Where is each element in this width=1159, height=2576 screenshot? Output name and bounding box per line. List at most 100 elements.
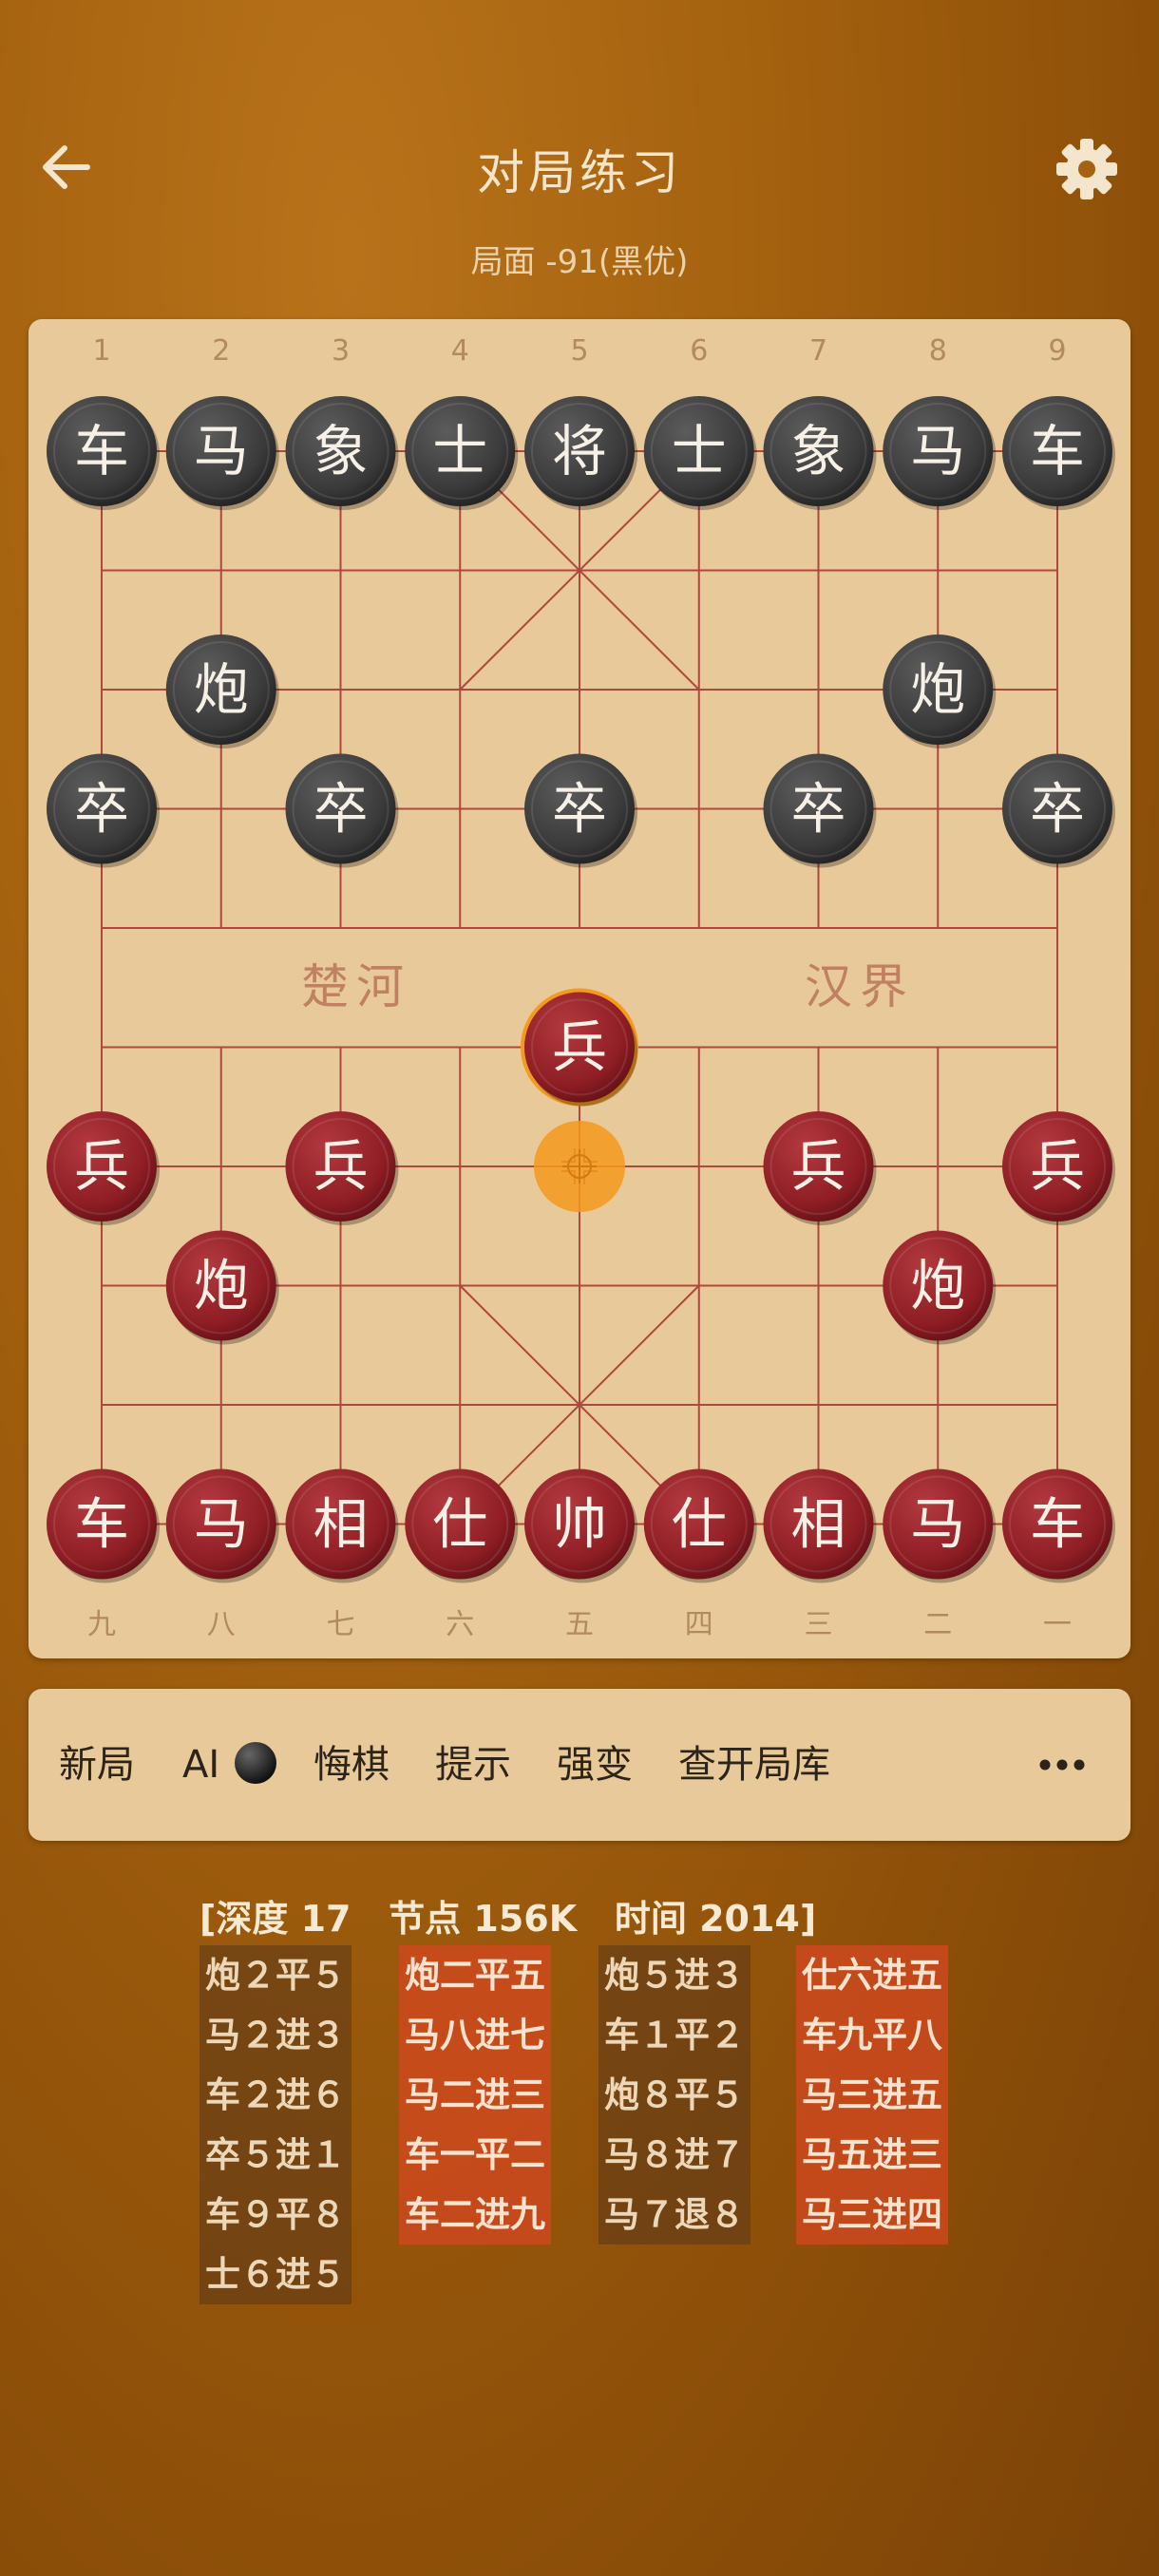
black-chariot-piece[interactable]: 车 bbox=[1002, 396, 1115, 510]
pv-move: 马２进３ bbox=[200, 2005, 352, 2065]
red-elephant-piece[interactable]: 相 bbox=[763, 1468, 877, 1583]
piece-label: 兵 bbox=[1030, 1134, 1085, 1199]
black-chariot-piece[interactable]: 车 bbox=[47, 396, 160, 510]
black-soldier-piece[interactable]: 卒 bbox=[763, 753, 877, 868]
pv-move: 马三进五 bbox=[796, 2065, 948, 2125]
black-elephant-piece[interactable]: 象 bbox=[285, 396, 399, 510]
pv-move: 炮２平５ bbox=[200, 1945, 352, 2005]
piece-label: 兵 bbox=[552, 1015, 607, 1080]
file-label-bottom: 九 bbox=[87, 1608, 116, 1641]
piece-label: 相 bbox=[790, 1492, 846, 1557]
opening-book-button[interactable]: 查开局库 bbox=[678, 1736, 830, 1793]
red-horse-piece[interactable]: 马 bbox=[883, 1468, 997, 1583]
file-label-bottom: 八 bbox=[207, 1608, 236, 1641]
piece-label: 卒 bbox=[313, 777, 368, 842]
black-general-piece[interactable]: 将 bbox=[524, 396, 637, 510]
piece-label: 兵 bbox=[790, 1134, 846, 1199]
black-elephant-piece[interactable]: 象 bbox=[763, 396, 877, 510]
piece-label: 士 bbox=[672, 419, 727, 483]
piece-label: 车 bbox=[1030, 1492, 1085, 1557]
piece-label: 马 bbox=[194, 1492, 249, 1557]
engine-stats: [深度 17 节点 156K 时间 2014] bbox=[200, 1898, 817, 1940]
river-left-label: 楚河 bbox=[301, 959, 411, 1014]
file-label-bottom: 三 bbox=[805, 1608, 833, 1641]
piece-label: 卒 bbox=[74, 777, 129, 842]
black-cannon-piece[interactable]: 炮 bbox=[883, 635, 997, 748]
piece-label: 车 bbox=[1030, 419, 1085, 483]
piece-label: 象 bbox=[313, 419, 368, 483]
file-label-top: 4 bbox=[451, 334, 469, 368]
page-title: 对局练习 bbox=[477, 145, 682, 200]
piece-label: 炮 bbox=[910, 657, 965, 722]
xiangqi-board[interactable]: 楚河 汉界 1 2 3 4 5 6 7 8 9 九八七六五四三二一车马象士将士象马车炮炮卒卒卒卒卒兵兵… bbox=[28, 319, 1130, 1658]
red-cannon-piece[interactable]: 炮 bbox=[883, 1230, 997, 1345]
black-soldier-piece[interactable]: 卒 bbox=[1002, 753, 1115, 868]
last-move-origin-marker bbox=[534, 1121, 625, 1212]
red-elephant-piece[interactable]: 相 bbox=[285, 1468, 399, 1583]
file-label-top: 6 bbox=[690, 334, 708, 368]
red-advisor-piece[interactable]: 仕 bbox=[405, 1468, 519, 1583]
hint-button[interactable]: 提示 bbox=[435, 1736, 511, 1793]
new-game-button[interactable]: 新局 bbox=[59, 1736, 135, 1793]
piece-label: 马 bbox=[910, 419, 965, 483]
black-horse-piece[interactable]: 马 bbox=[883, 396, 997, 510]
piece-label: 马 bbox=[910, 1492, 965, 1557]
settings-button[interactable] bbox=[1054, 137, 1119, 201]
piece-label: 相 bbox=[313, 1492, 368, 1557]
pv-move: 车１平２ bbox=[598, 2005, 750, 2065]
file-label-top: 8 bbox=[929, 334, 947, 368]
pv-move: 仕六进五 bbox=[796, 1945, 948, 2005]
black-advisor-piece[interactable]: 士 bbox=[405, 396, 519, 510]
piece-label: 兵 bbox=[74, 1134, 129, 1199]
position-evaluation: 局面 -91(黑优) bbox=[470, 243, 689, 281]
red-general-piece[interactable]: 帅 bbox=[524, 1468, 637, 1583]
gear-icon bbox=[1056, 139, 1117, 199]
black-soldier-piece[interactable]: 卒 bbox=[285, 753, 399, 868]
file-label-bottom: 四 bbox=[685, 1608, 713, 1641]
more-button[interactable] bbox=[1034, 1736, 1091, 1793]
red-soldier-piece[interactable]: 兵 bbox=[1002, 1111, 1115, 1225]
black-horse-piece[interactable]: 马 bbox=[165, 396, 279, 510]
pv-move: 炮二平五 bbox=[399, 1945, 551, 2005]
pv-move: 卒５进１ bbox=[200, 2125, 352, 2185]
more-dots-icon bbox=[1039, 1759, 1085, 1771]
red-chariot-piece[interactable]: 车 bbox=[47, 1468, 160, 1583]
piece-label: 仕 bbox=[432, 1492, 487, 1557]
black-soldier-piece[interactable]: 卒 bbox=[47, 753, 160, 868]
red-soldier-piece[interactable]: 兵 bbox=[47, 1111, 160, 1225]
file-label-bottom: 二 bbox=[923, 1608, 952, 1641]
red-advisor-piece[interactable]: 仕 bbox=[643, 1468, 757, 1583]
action-toolbar: 新局 AI 悔棋 提示 强变 查开局库 bbox=[28, 1689, 1130, 1841]
file-label-bottom: 一 bbox=[1043, 1608, 1072, 1641]
piece-label: 兵 bbox=[313, 1134, 368, 1199]
file-label-top: 5 bbox=[570, 334, 588, 368]
piece-label: 炮 bbox=[910, 1254, 965, 1318]
river-right-label: 汉界 bbox=[805, 959, 915, 1014]
pv-move: 马八进七 bbox=[399, 2005, 551, 2065]
strong-variation-button[interactable]: 强变 bbox=[557, 1736, 633, 1793]
piece-label: 车 bbox=[74, 419, 129, 483]
undo-button[interactable]: 悔棋 bbox=[314, 1736, 390, 1793]
red-soldier-piece[interactable]: 兵 bbox=[285, 1111, 399, 1225]
file-label-top: 2 bbox=[212, 334, 230, 368]
ai-label: AI bbox=[182, 1743, 220, 1787]
pv-column: 炮二平五 马八进七 马二进三 车一平二 车二进九 bbox=[399, 1945, 551, 2245]
red-chariot-piece[interactable]: 车 bbox=[1002, 1468, 1115, 1583]
pv-move: 马７退８ bbox=[598, 2185, 750, 2245]
pv-move: 车一平二 bbox=[399, 2125, 551, 2185]
red-soldier-piece[interactable]: 兵 bbox=[763, 1111, 877, 1225]
principal-variation: 炮２平５ 马２进３ 车２进６ 卒５进１ 车９平８ 士６进５ 炮二平五 马八进七 马二进三 车一平二… bbox=[200, 1945, 978, 2344]
file-label-bottom: 六 bbox=[446, 1608, 474, 1641]
board-canvas[interactable]: 楚河 汉界1 2 3 4 5 6 7 8 9九八七六五四三二一车马象士将士象马车炮 炮卒卒卒卒卒兵兵… bbox=[28, 319, 1130, 1658]
black-advisor-piece[interactable]: 士 bbox=[643, 396, 757, 510]
black-disc-icon bbox=[234, 1742, 276, 1784]
red-soldier-selected-piece[interactable]: 兵 bbox=[521, 988, 638, 1107]
red-horse-piece[interactable]: 马 bbox=[165, 1468, 279, 1583]
ai-toggle-button[interactable]: AI bbox=[182, 1736, 279, 1793]
black-cannon-piece[interactable]: 炮 bbox=[165, 635, 279, 748]
pv-move: 车九平八 bbox=[796, 2005, 948, 2065]
file-label-bottom: 五 bbox=[565, 1608, 594, 1641]
pv-move: 马五进三 bbox=[796, 2125, 948, 2185]
red-cannon-piece[interactable]: 炮 bbox=[165, 1230, 279, 1345]
black-soldier-piece[interactable]: 卒 bbox=[524, 753, 637, 868]
